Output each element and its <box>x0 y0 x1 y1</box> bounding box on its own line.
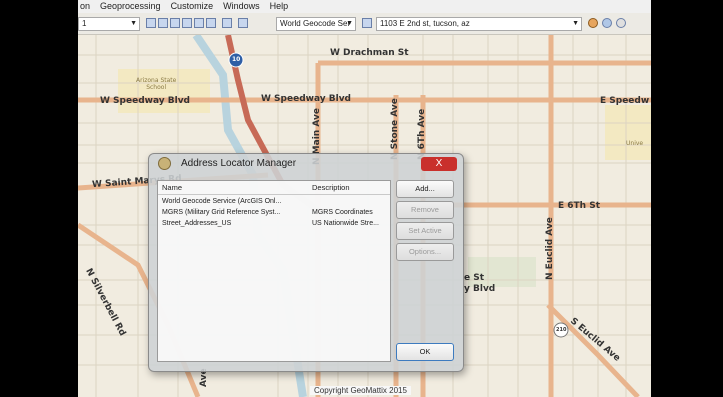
address-locator-icon[interactable] <box>362 18 372 28</box>
locator-list[interactable]: Name Description World Geocode Service (… <box>157 180 391 362</box>
chevron-down-icon: ▼ <box>346 20 353 27</box>
street-label: E 6Th St <box>558 201 601 211</box>
close-button[interactable]: X <box>421 157 457 171</box>
header-divider <box>158 194 390 195</box>
address-input[interactable]: 1103 E 2nd st, tucson, az ▼ <box>376 17 582 31</box>
chevron-down-icon: ▼ <box>572 20 579 27</box>
geocode-tool-icon[interactable] <box>238 18 248 28</box>
python-window-icon[interactable] <box>222 18 232 28</box>
locator-combo[interactable]: World Geocode Ser ▼ <box>276 17 356 31</box>
menu-item-customize[interactable]: Customize <box>171 0 214 13</box>
catalog-icon[interactable] <box>170 18 180 28</box>
column-header-name[interactable]: Name <box>162 183 182 192</box>
column-header-description[interactable]: Description <box>312 183 350 192</box>
address-value: 1103 E 2nd st, tucson, az <box>380 19 470 28</box>
menu-item-geoprocessing[interactable]: Geoprocessing <box>100 0 161 13</box>
locator-value: World Geocode Ser <box>280 19 351 28</box>
find-icon[interactable] <box>588 18 598 28</box>
toolbar: 1 ▼ World Geocode Ser ▼ 1103 E 2nd st, t… <box>78 13 651 35</box>
chevron-down-icon: ▼ <box>130 20 137 27</box>
scale-combo[interactable]: 1 ▼ <box>78 17 140 31</box>
street-label: e St <box>464 273 485 283</box>
street-label: W Drachman St <box>330 48 409 58</box>
dialog-title: Address Locator Manager <box>181 158 297 169</box>
university-label: Unive <box>626 140 644 147</box>
toolbox-icon[interactable] <box>182 18 192 28</box>
list-item-name[interactable]: MGRS (Military Grid Reference Syst... <box>162 209 280 216</box>
app-window: on Geoprocessing Customize Windows Help … <box>78 0 651 397</box>
menu-item-fragment[interactable]: on <box>80 0 90 13</box>
layout-icon[interactable] <box>158 18 168 28</box>
locator-icon <box>158 157 171 170</box>
street-label: y Blvd <box>464 284 496 294</box>
scale-value: 1 <box>82 19 87 28</box>
street-label: W Speedway Blvd <box>100 96 190 106</box>
add-button[interactable]: Add... <box>396 180 454 198</box>
list-item-description: US Nationwide Stre... <box>312 220 379 227</box>
python-icon[interactable] <box>194 18 204 28</box>
remove-button[interactable]: Remove <box>396 201 454 219</box>
street-label: W Speedway Blvd <box>261 94 351 104</box>
menu-item-help[interactable]: Help <box>270 0 289 13</box>
zoom-to-icon[interactable] <box>602 18 612 28</box>
clear-icon[interactable] <box>616 18 626 28</box>
ok-button[interactable]: OK <box>396 343 454 361</box>
address-locator-manager-dialog: Address Locator Manager X Name Descripti… <box>148 153 464 372</box>
chart-icon[interactable] <box>146 18 156 28</box>
street-label: E Speedw <box>600 96 650 106</box>
highway-shield-label: 210 <box>556 327 567 333</box>
street-label: N Euclid Ave <box>545 217 555 280</box>
options-button[interactable]: Options... <box>396 243 454 261</box>
menu-bar: on Geoprocessing Customize Windows Help <box>78 0 651 13</box>
school-area <box>118 69 210 113</box>
interstate-shield-label: 10 <box>232 56 241 63</box>
model-icon[interactable] <box>206 18 216 28</box>
set-active-button[interactable]: Set Active <box>396 222 454 240</box>
university-area <box>605 105 651 160</box>
school-label: Arizona State School <box>136 77 177 91</box>
menu-item-windows[interactable]: Windows <box>223 0 260 13</box>
list-item-name[interactable]: World Geocode Service (ArcGIS Onl... <box>162 198 281 205</box>
copyright-text: Copyright GeoMattix 2015 <box>310 386 411 395</box>
list-item-description: MGRS Coordinates <box>312 209 373 216</box>
street-label: N Stone Ave <box>390 98 400 160</box>
list-item-name[interactable]: Street_Addresses_US <box>162 220 231 227</box>
